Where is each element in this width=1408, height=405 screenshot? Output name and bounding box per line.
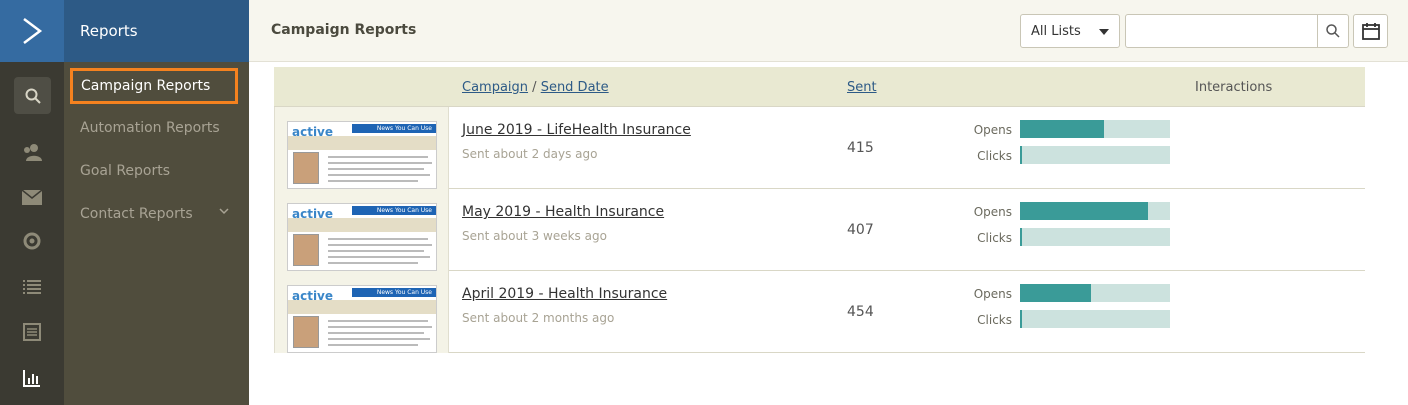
icon-rail — [0, 0, 64, 405]
opens-bar — [1020, 120, 1170, 138]
list-filter-select[interactable]: All Lists — [1020, 14, 1120, 48]
thumbnail-line — [328, 250, 424, 252]
campaign-title-link[interactable]: April 2019 - Health Insurance — [462, 286, 667, 302]
thumbnail-photo — [293, 316, 319, 348]
header-separator: / — [528, 80, 541, 95]
opens-bar-fill — [1020, 284, 1091, 302]
forms-icon[interactable] — [0, 312, 64, 352]
clicks-bar — [1020, 228, 1170, 246]
thumbnail-band — [288, 218, 436, 232]
thumbnail-band — [288, 300, 436, 314]
search-field — [1125, 14, 1349, 48]
opens-bar-fill — [1020, 120, 1104, 138]
chevron-right-logo-icon — [23, 18, 43, 44]
header-campaign-date: Campaign / Send Date — [462, 80, 609, 95]
search-icon — [1326, 24, 1340, 38]
campaign-title-link[interactable]: June 2019 - LifeHealth Insurance — [462, 122, 691, 138]
sent-count: 454 — [847, 304, 874, 320]
subnav-title: Reports — [64, 0, 249, 62]
clicks-bar — [1020, 146, 1170, 164]
table-row[interactable]: active News You Can Use May 2019 - Healt… — [274, 189, 1365, 271]
thumbnail-banner: News You Can Use — [352, 206, 436, 215]
thumbnail-line — [328, 262, 418, 264]
opens-bar — [1020, 202, 1170, 220]
app-logo[interactable] — [0, 0, 64, 62]
search-icon[interactable] — [14, 77, 51, 114]
campaign-send-date: Sent about 2 months ago — [462, 311, 615, 325]
clicks-bar — [1020, 310, 1170, 328]
clicks-bar-fill — [1020, 146, 1022, 164]
thumbnail-line — [328, 256, 430, 258]
campaign-thumbnail[interactable]: active News You Can Use — [287, 285, 437, 353]
sort-send-date-link[interactable]: Send Date — [541, 80, 609, 95]
table-row[interactable]: active News You Can Use June 2019 - Life… — [274, 107, 1365, 189]
opens-label: Opens — [973, 123, 1012, 137]
campaign-thumbnail[interactable]: active News You Can Use — [287, 203, 437, 271]
list-filter-value: All Lists — [1031, 24, 1081, 39]
thumbnail-line — [328, 174, 430, 176]
reports-icon[interactable] — [0, 358, 64, 398]
lists-icon[interactable] — [0, 267, 64, 307]
thumbnail-band — [288, 136, 436, 150]
campaign-reports-table: Campaign / Send Date Sent Interactions a… — [274, 67, 1365, 353]
page-title: Campaign Reports — [271, 22, 417, 38]
thumbnail-line — [328, 332, 424, 334]
opens-label: Opens — [973, 205, 1012, 219]
thumbnail-line — [328, 338, 430, 340]
opens-bar-fill — [1020, 202, 1148, 220]
thumbnail-line — [328, 162, 432, 164]
sort-campaign-link[interactable]: Campaign — [462, 80, 528, 95]
chevron-down-icon — [219, 208, 229, 215]
thumbnail-cell: active News You Can Use — [274, 107, 449, 189]
date-picker-button[interactable] — [1353, 14, 1388, 48]
header-interactions: Interactions — [1195, 80, 1273, 95]
calendar-icon — [1361, 23, 1380, 40]
automation-icon[interactable] — [0, 221, 64, 261]
thumbnail-line — [328, 168, 424, 170]
sort-sent-link[interactable]: Sent — [847, 80, 877, 95]
clicks-label: Clicks — [977, 231, 1012, 245]
thumbnail-line — [328, 180, 418, 182]
clicks-bar-fill — [1020, 228, 1022, 246]
thumbnail-photo — [293, 152, 319, 184]
opens-bar — [1020, 284, 1170, 302]
table-header: Campaign / Send Date Sent Interactions — [274, 67, 1365, 107]
search-input[interactable] — [1126, 15, 1316, 47]
caret-down-icon — [1099, 29, 1109, 35]
thumbnail-line — [328, 320, 428, 322]
main-content: Campaign Reports All Lists Campaign / Se… — [249, 0, 1408, 405]
thumbnail-banner: News You Can Use — [352, 288, 436, 297]
subnav-item-contact-reports[interactable]: Contact Reports — [64, 196, 249, 232]
sent-count: 415 — [847, 140, 874, 156]
thumbnail-cell: active News You Can Use — [274, 189, 449, 271]
thumbnail-cell: active News You Can Use — [274, 271, 449, 353]
contacts-icon[interactable] — [0, 132, 64, 172]
search-button[interactable] — [1317, 15, 1348, 47]
thumbnail-banner: News You Can Use — [352, 124, 436, 133]
thumbnail-line — [328, 238, 428, 240]
subnav-item-automation-reports[interactable]: Automation Reports — [64, 110, 249, 146]
campaign-thumbnail[interactable]: active News You Can Use — [287, 121, 437, 189]
top-bar: Campaign Reports All Lists — [249, 0, 1408, 62]
subnav-item-label: Contact Reports — [80, 206, 193, 222]
campaign-title-link[interactable]: May 2019 - Health Insurance — [462, 204, 664, 220]
subnav-item-goal-reports[interactable]: Goal Reports — [64, 153, 249, 189]
thumbnail-line — [328, 244, 432, 246]
clicks-bar-fill — [1020, 310, 1022, 328]
table-row[interactable]: active News You Can Use April 2019 - Hea… — [274, 271, 1365, 353]
thumbnail-line — [328, 326, 432, 328]
mail-icon[interactable] — [0, 177, 64, 217]
reports-subnav: Reports Campaign Reports Automation Repo… — [64, 0, 249, 405]
clicks-label: Clicks — [977, 149, 1012, 163]
opens-label: Opens — [973, 287, 1012, 301]
thumbnail-line — [328, 156, 428, 158]
campaign-send-date: Sent about 2 days ago — [462, 147, 598, 161]
subnav-item-campaign-reports[interactable]: Campaign Reports — [70, 68, 238, 104]
thumbnail-line — [328, 344, 418, 346]
campaign-send-date: Sent about 3 weeks ago — [462, 229, 607, 243]
sent-count: 407 — [847, 222, 874, 238]
clicks-label: Clicks — [977, 313, 1012, 327]
thumbnail-photo — [293, 234, 319, 266]
